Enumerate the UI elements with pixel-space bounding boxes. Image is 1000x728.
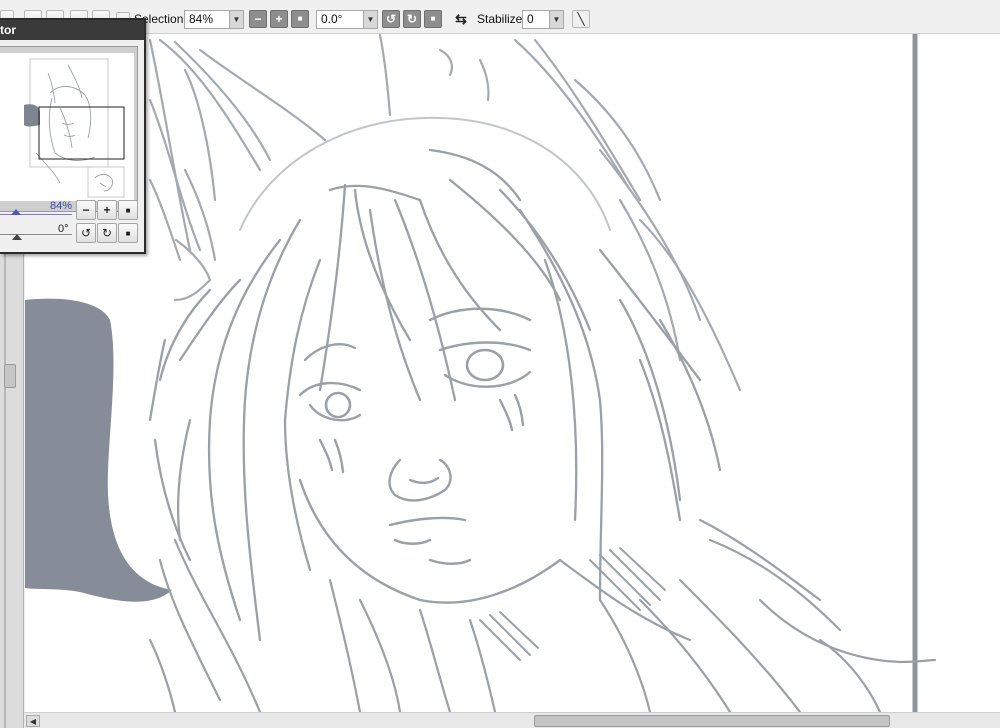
stabilizer-value: 0: [527, 12, 534, 26]
rotation-slider-handle[interactable]: [12, 234, 22, 240]
square-icon: ■: [125, 205, 131, 215]
navigator-zoom-out-button[interactable]: −: [76, 200, 96, 220]
clothing: [148, 518, 937, 712]
rotate-ccw-icon: ↺: [385, 12, 397, 26]
zoom-value: 84%: [189, 12, 214, 26]
line-tool-button[interactable]: ╲: [572, 10, 590, 28]
chevron-down-icon[interactable]: ▼: [549, 11, 563, 28]
rotation-combo[interactable]: 0.0° ▼: [316, 10, 378, 29]
rotate-reset-button[interactable]: ■: [424, 10, 442, 28]
scroll-left-button[interactable]: ◀: [26, 715, 40, 727]
horizontal-scrollbar[interactable]: ◀: [24, 712, 1000, 728]
flip-horizontal-button[interactable]: ⇆: [452, 10, 470, 28]
zoom-reset-button[interactable]: ■: [291, 10, 309, 28]
rotation-value: 0.0°: [321, 12, 343, 26]
navigator-rotate-right-button[interactable]: ↻: [97, 223, 117, 243]
chevron-left-icon: ◀: [29, 716, 37, 726]
right-ear: [378, 34, 742, 392]
stabilizer-combo[interactable]: 0 ▼: [522, 10, 564, 29]
square-icon: ■: [297, 14, 303, 23]
stabilizer-label: Stabilizer: [477, 12, 527, 26]
chevron-down-icon[interactable]: ▼: [229, 11, 243, 28]
paint-app-window: Selection 84% ▼ − + ■ 0.0° ▼ ↺ ↻ ■ ⇆ Sta…: [0, 0, 1000, 728]
square-icon: ■: [125, 228, 131, 238]
navigator-thumbnail: [24, 58, 125, 198]
sketch-artwork: [25, 34, 937, 712]
plus-icon: +: [103, 203, 111, 217]
minus-icon: −: [82, 203, 90, 217]
plus-icon: +: [275, 12, 283, 26]
toolbar: Selection 84% ▼ − + ■ 0.0° ▼ ↺ ↻ ■ ⇆ Sta…: [0, 0, 1000, 34]
navigator-rotate-reset-button[interactable]: ■: [118, 223, 138, 243]
rotate-ccw-icon: ↺: [80, 226, 92, 240]
line-tool-icon: ╲: [577, 12, 585, 26]
rotation-slider-track[interactable]: [0, 234, 72, 235]
navigator-zoom-in-button[interactable]: +: [97, 200, 117, 220]
zoom-out-button[interactable]: −: [249, 10, 267, 28]
flip-horizontal-icon: ⇆: [455, 11, 467, 27]
navigator-panel: tor 84% − + ■ 0° ↺ ↻ ■: [0, 18, 146, 254]
rotate-left-button[interactable]: ↺: [382, 10, 400, 28]
panel-splitter-handle[interactable]: [4, 364, 16, 388]
zoom-slider-handle[interactable]: [11, 209, 21, 215]
navigator-rotate-left-button[interactable]: ↺: [76, 223, 96, 243]
scrollbar-thumb[interactable]: [534, 715, 890, 727]
navigator-zoom-reset-button[interactable]: ■: [118, 200, 138, 220]
zoom-combo[interactable]: 84% ▼: [184, 10, 244, 29]
square-icon: ■: [430, 14, 436, 23]
rotate-cw-icon: ↻: [406, 12, 418, 26]
rotate-right-button[interactable]: ↻: [403, 10, 421, 28]
chevron-down-icon[interactable]: ▼: [363, 11, 377, 28]
navigator-preview[interactable]: [0, 46, 138, 212]
zoom-in-button[interactable]: +: [270, 10, 288, 28]
minus-icon: −: [254, 12, 262, 26]
navigator-title: tor: [0, 20, 144, 40]
left-ear: [148, 38, 327, 302]
face-features: [298, 307, 562, 604]
shading-hatch: [479, 547, 666, 661]
navigator-zoom-value: 84%: [50, 200, 73, 212]
rotate-cw-icon: ↻: [101, 226, 113, 240]
drawing-canvas[interactable]: [25, 34, 1000, 712]
gray-fill-shape: [25, 298, 172, 602]
navigator-preview-canvas: [0, 53, 134, 201]
